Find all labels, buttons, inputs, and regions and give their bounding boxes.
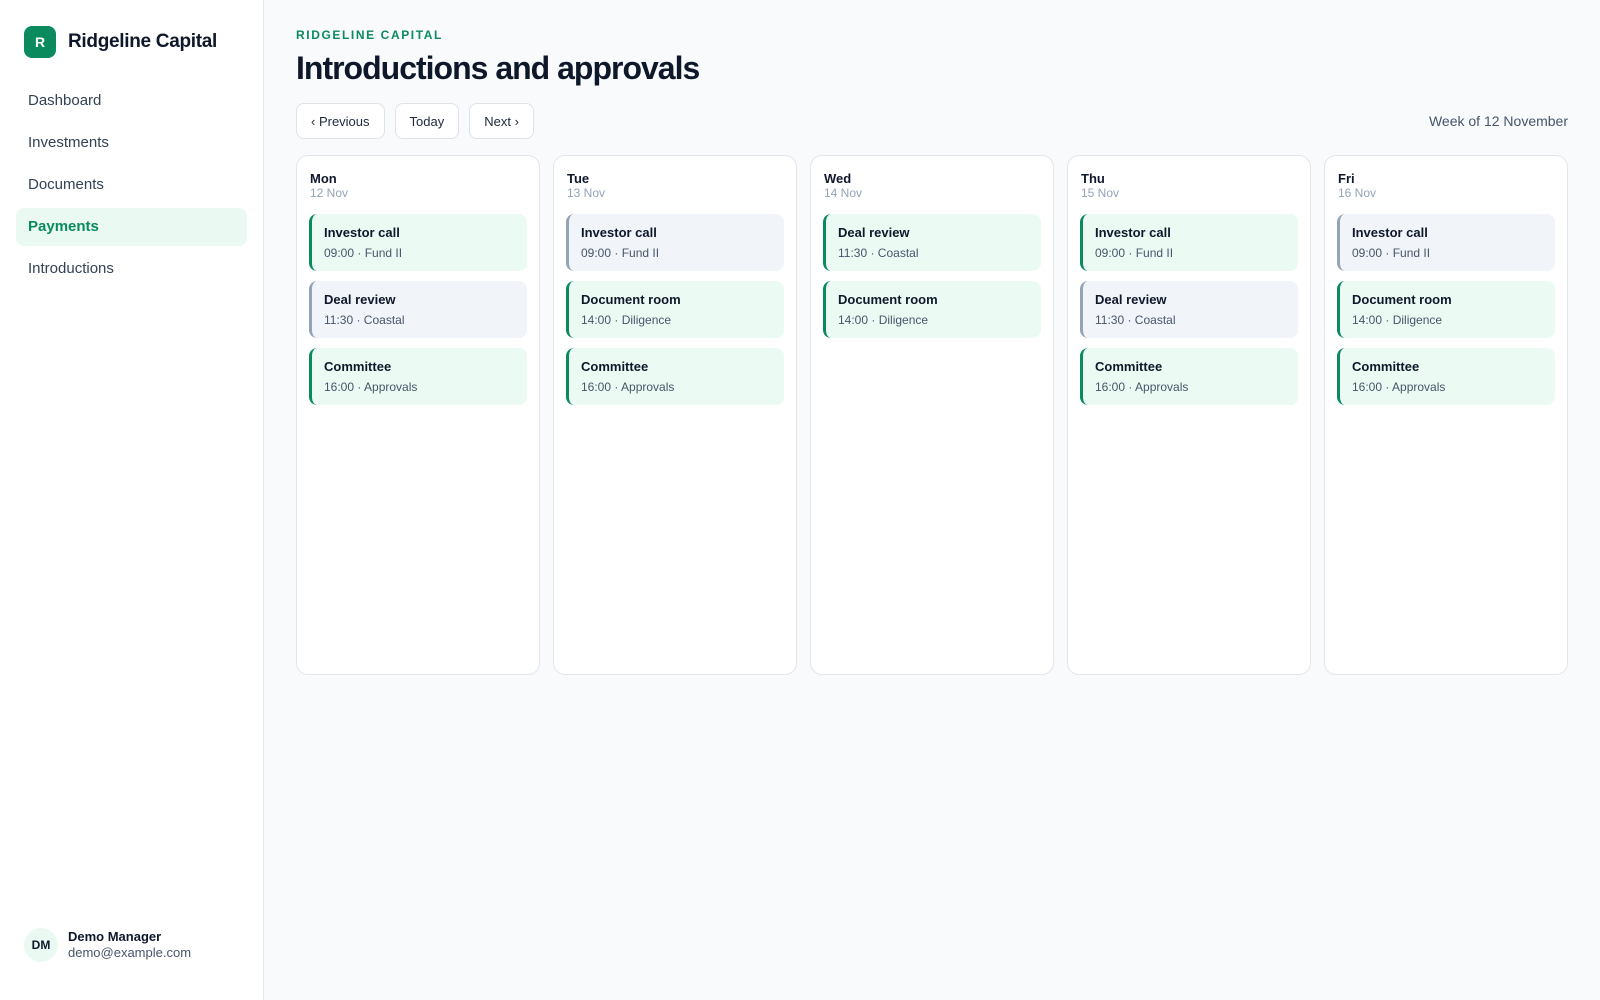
day-column-thu: Thu 15 Nov Investor call 09:00 · Fund II… bbox=[1067, 155, 1311, 675]
event-meta: 11:30 · Coastal bbox=[324, 313, 405, 327]
event-title: Investor call bbox=[324, 225, 400, 240]
sidebar-nav: Dashboard Investments Documents Payments… bbox=[16, 82, 247, 288]
day-date: 15 Nov bbox=[1081, 186, 1120, 200]
event-title: Committee bbox=[324, 359, 392, 374]
next-button[interactable]: Next › bbox=[469, 103, 534, 139]
event-meta: 16:00 · Approvals bbox=[581, 380, 675, 394]
event-title: Investor call bbox=[1352, 225, 1428, 240]
event-card[interactable]: Investor call 09:00 · Fund II bbox=[566, 214, 784, 271]
day-name: Mon bbox=[310, 171, 337, 186]
event-meta: 11:30 · Coastal bbox=[1095, 313, 1176, 327]
day-column-wed: Wed 14 Nov Deal review 11:30 · Coastal D… bbox=[810, 155, 1054, 675]
event-meta: 09:00 · Fund II bbox=[581, 246, 660, 260]
event-card[interactable]: Document room 14:00 · Diligence bbox=[1337, 281, 1555, 338]
today-button[interactable]: Today bbox=[394, 103, 460, 139]
day-date: 13 Nov bbox=[567, 186, 606, 200]
event-meta: 16:00 · Approvals bbox=[1095, 380, 1189, 394]
event-card[interactable]: Investor call 09:00 · Fund II bbox=[1080, 214, 1298, 271]
day-name: Tue bbox=[567, 171, 590, 186]
event-title: Deal review bbox=[324, 292, 396, 307]
event-meta: 09:00 · Fund II bbox=[1352, 246, 1431, 260]
brand-name: Ridgeline Capital bbox=[68, 31, 218, 52]
event-meta: 09:00 · Fund II bbox=[324, 246, 403, 260]
day-column-tue: Tue 13 Nov Investor call 09:00 · Fund II… bbox=[553, 155, 797, 675]
app-shell: R Ridgeline Capital Dashboard Investment… bbox=[0, 0, 1600, 1000]
day-date: 12 Nov bbox=[310, 186, 349, 200]
sidebar: R Ridgeline Capital Dashboard Investment… bbox=[0, 0, 264, 1000]
event-meta: 16:00 · Approvals bbox=[324, 380, 418, 394]
event-title: Committee bbox=[1095, 359, 1163, 374]
event-title: Deal review bbox=[838, 225, 910, 240]
event-meta: 11:30 · Coastal bbox=[838, 246, 919, 260]
day-date: 16 Nov bbox=[1338, 186, 1377, 200]
sidebar-item-dashboard[interactable]: Dashboard bbox=[16, 82, 247, 120]
user-info: Demo Manager demo@example.com bbox=[68, 929, 191, 961]
event-meta: 16:00 · Approvals bbox=[1352, 380, 1446, 394]
event-title: Committee bbox=[581, 359, 649, 374]
page-title: Introductions and approvals bbox=[296, 50, 700, 86]
sidebar-item-payments[interactable]: Payments bbox=[16, 208, 247, 246]
event-meta: 14:00 · Diligence bbox=[838, 313, 929, 327]
day-name: Wed bbox=[824, 171, 852, 186]
week-label: Week of 12 November bbox=[1428, 113, 1568, 129]
event-title: Deal review bbox=[1095, 292, 1167, 307]
previous-button[interactable]: ‹ Previous bbox=[296, 103, 385, 139]
event-card[interactable]: Deal review 11:30 · Coastal bbox=[1080, 281, 1298, 338]
week-grid: Mon 12 Nov Investor call 09:00 · Fund II… bbox=[296, 155, 1568, 675]
main-content: RIDGELINE CAPITAL Introductions and appr… bbox=[264, 0, 1600, 1000]
event-card[interactable]: Investor call 09:00 · Fund II bbox=[309, 214, 527, 271]
event-meta: 14:00 · Diligence bbox=[1352, 313, 1443, 327]
event-title: Investor call bbox=[581, 225, 657, 240]
user-name: Demo Manager bbox=[68, 929, 162, 944]
event-card[interactable]: Deal review 11:30 · Coastal bbox=[823, 214, 1041, 271]
day-column-mon: Mon 12 Nov Investor call 09:00 · Fund II… bbox=[296, 155, 540, 675]
day-name: Thu bbox=[1081, 171, 1105, 186]
sidebar-item-documents[interactable]: Documents bbox=[16, 166, 247, 204]
avatar: DM bbox=[24, 928, 58, 962]
day-name: Fri bbox=[1338, 171, 1355, 186]
event-meta: 14:00 · Diligence bbox=[581, 313, 672, 327]
event-card[interactable]: Committee 16:00 · Approvals bbox=[566, 348, 784, 405]
day-column-fri: Fri 16 Nov Investor call 09:00 · Fund II… bbox=[1324, 155, 1568, 675]
sidebar-item-investments[interactable]: Investments bbox=[16, 124, 247, 162]
event-title: Document room bbox=[581, 292, 681, 307]
event-title: Committee bbox=[1352, 359, 1420, 374]
brand-logo-icon: R bbox=[24, 26, 56, 58]
sidebar-item-introductions[interactable]: Introductions bbox=[16, 250, 247, 288]
event-meta: 09:00 · Fund II bbox=[1095, 246, 1174, 260]
event-card[interactable]: Committee 16:00 · Approvals bbox=[1080, 348, 1298, 405]
event-card[interactable]: Committee 16:00 · Approvals bbox=[309, 348, 527, 405]
calendar-toolbar: ‹ Previous Today Next › Week of 12 Novem… bbox=[296, 103, 1568, 139]
brand[interactable]: R Ridgeline Capital bbox=[16, 26, 247, 58]
page-eyebrow: RIDGELINE CAPITAL bbox=[296, 28, 443, 42]
event-title: Investor call bbox=[1095, 225, 1171, 240]
event-card[interactable]: Document room 14:00 · Diligence bbox=[823, 281, 1041, 338]
user-profile[interactable]: DM Demo Manager demo@example.com bbox=[24, 928, 191, 962]
event-card[interactable]: Committee 16:00 · Approvals bbox=[1337, 348, 1555, 405]
event-card[interactable]: Deal review 11:30 · Coastal bbox=[309, 281, 527, 338]
event-card[interactable]: Investor call 09:00 · Fund II bbox=[1337, 214, 1555, 271]
user-email: demo@example.com bbox=[68, 945, 192, 960]
event-title: Document room bbox=[1352, 292, 1452, 307]
day-date: 14 Nov bbox=[824, 186, 863, 200]
event-card[interactable]: Document room 14:00 · Diligence bbox=[566, 281, 784, 338]
event-title: Document room bbox=[838, 292, 938, 307]
